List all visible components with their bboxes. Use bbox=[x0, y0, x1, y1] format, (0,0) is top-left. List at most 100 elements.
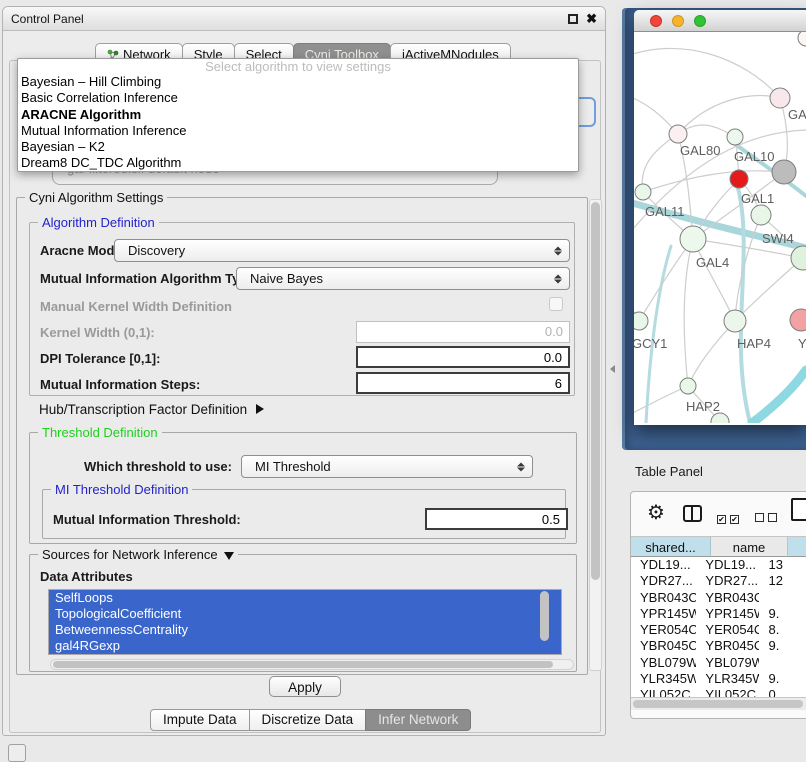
table-row[interactable]: YDR27...YDR27...12 bbox=[631, 573, 806, 589]
document-icon[interactable] bbox=[791, 498, 806, 521]
node-label: GAL4 bbox=[696, 255, 729, 270]
table-header: shared...nameA bbox=[631, 536, 806, 557]
table-row[interactable]: YBL079WYBL079W bbox=[631, 655, 806, 671]
spinner-arrows-icon bbox=[554, 273, 561, 284]
table-cell: YLR345W bbox=[696, 671, 759, 687]
mi-type-select[interactable]: Naive Bayes bbox=[236, 267, 570, 290]
network-node[interactable] bbox=[772, 160, 796, 184]
network-node[interactable] bbox=[730, 170, 748, 188]
settings-vertical-scrollbar[interactable] bbox=[589, 199, 602, 671]
table-cell: YDR27... bbox=[696, 573, 759, 589]
scrollbar-thumb[interactable] bbox=[633, 700, 803, 708]
network-node[interactable] bbox=[680, 378, 696, 394]
tab-discretize-data[interactable]: Discretize Data bbox=[249, 709, 367, 731]
node-label: GAL10 bbox=[734, 149, 774, 164]
network-node[interactable] bbox=[790, 309, 806, 331]
zoom-traffic-light[interactable] bbox=[694, 15, 706, 27]
minimize-traffic-light[interactable] bbox=[672, 15, 684, 27]
table-row[interactable]: YER054CYER054C8. bbox=[631, 622, 806, 638]
network-edge bbox=[634, 48, 780, 98]
network-node[interactable] bbox=[724, 310, 746, 332]
settings-gear-icon[interactable]: ⚙ bbox=[647, 500, 665, 525]
mi-type-label: Mutual Information Algorithm Type: bbox=[40, 271, 259, 286]
table-cell: YBL079W bbox=[696, 655, 759, 671]
network-canvas[interactable]: GALGAL80GAL10GAL1SWI4GAL11GAL4GCY1HAP4YH… bbox=[634, 32, 806, 423]
network-edge bbox=[688, 321, 735, 386]
horizontal-scrollbar[interactable] bbox=[50, 659, 574, 670]
scrollbar-thumb[interactable] bbox=[591, 202, 600, 580]
attribute-item[interactable]: gal4RGexp bbox=[49, 638, 561, 654]
columns-icon[interactable] bbox=[683, 505, 702, 522]
node-label: GCY1 bbox=[634, 336, 667, 351]
table-panel-card: ⚙ ✔✔ shared...nameA YDL19...YDL19...13YD… bbox=[630, 491, 806, 719]
deselect-all-checkboxes-icon[interactable] bbox=[755, 509, 781, 527]
control-panel-titlebar: Control Panel ✖ bbox=[3, 7, 605, 31]
column-header-A[interactable]: A bbox=[788, 536, 806, 557]
table-row[interactable]: YLR345WYLR345W9. bbox=[631, 671, 806, 687]
window-title: Control Panel bbox=[11, 7, 84, 31]
mi-steps-field[interactable]: 6 bbox=[356, 372, 570, 394]
table-cell: 12 bbox=[759, 573, 806, 589]
table-row[interactable]: YBR043CYBR043C bbox=[631, 590, 806, 606]
close-icon[interactable]: ✖ bbox=[586, 11, 597, 27]
table-row[interactable]: YBR045CYBR045C9. bbox=[631, 638, 806, 654]
attribute-item[interactable]: SelfLoops bbox=[49, 590, 561, 606]
aracne-mode-select[interactable]: Discovery bbox=[114, 239, 570, 262]
network-node[interactable] bbox=[634, 312, 648, 330]
table-cell: YLR345W bbox=[631, 671, 696, 687]
data-attributes-list[interactable]: SelfLoopsTopologicalCoefficientBetweenne… bbox=[48, 589, 562, 655]
mi-steps-label: Mutual Information Steps: bbox=[40, 377, 200, 392]
dropdown-item[interactable]: Mutual Information Inference bbox=[18, 123, 578, 139]
dropdown-item[interactable]: Bayesian – K2 bbox=[18, 139, 578, 155]
select-all-checkboxes-icon[interactable]: ✔✔ bbox=[717, 509, 743, 527]
node-label: Y bbox=[798, 336, 806, 351]
group-title: Algorithm Definition bbox=[38, 215, 159, 230]
table-row[interactable]: YDL19...YDL19...13 bbox=[631, 557, 806, 573]
network-window-titlebar bbox=[634, 10, 806, 32]
network-node[interactable] bbox=[635, 184, 651, 200]
dropdown-item[interactable]: ARACNE Algorithm bbox=[18, 107, 578, 123]
table-cell: YER054C bbox=[631, 622, 696, 638]
column-header-name[interactable]: name bbox=[711, 536, 788, 557]
tab-impute-data[interactable]: Impute Data bbox=[150, 709, 250, 731]
close-traffic-light[interactable] bbox=[650, 15, 662, 27]
table-cell: YDL19... bbox=[631, 557, 696, 573]
group-title: Threshold Definition bbox=[38, 425, 162, 440]
table-cell: YER054C bbox=[696, 622, 759, 638]
apply-button[interactable]: Apply bbox=[269, 676, 341, 697]
mi-threshold-field[interactable]: 0.5 bbox=[425, 508, 568, 530]
table-row[interactable]: YPR145WYPR145W9. bbox=[631, 606, 806, 622]
float-window-icon[interactable] bbox=[568, 14, 578, 24]
minimized-panel-chip[interactable] bbox=[8, 744, 26, 762]
network-node[interactable] bbox=[751, 205, 771, 225]
network-node[interactable] bbox=[680, 226, 706, 252]
scrollbar-thumb[interactable] bbox=[53, 661, 553, 668]
column-header-shared[interactable]: shared... bbox=[631, 536, 711, 557]
list-vertical-scrollbar[interactable] bbox=[540, 591, 549, 641]
table-cell bbox=[759, 590, 806, 606]
table-cell: YPR145W bbox=[631, 606, 696, 622]
network-node[interactable] bbox=[798, 32, 806, 46]
dpi-tolerance-field[interactable]: 0.0 bbox=[356, 346, 570, 368]
dropdown-item[interactable]: Basic Correlation Inference bbox=[18, 90, 578, 106]
network-node[interactable] bbox=[770, 88, 790, 108]
network-edge bbox=[643, 171, 784, 192]
table-cell bbox=[759, 655, 806, 671]
manual-kernel-checkbox[interactable] bbox=[549, 297, 563, 311]
which-threshold-select[interactable]: MI Threshold bbox=[241, 455, 533, 478]
tab-infer-network[interactable]: Infer Network bbox=[365, 709, 471, 731]
table-horizontal-scrollbar[interactable] bbox=[631, 697, 806, 710]
kernel-width-label: Kernel Width (0,1): bbox=[40, 325, 155, 340]
network-node[interactable] bbox=[727, 129, 743, 145]
dropdown-item[interactable]: Dream8 DC_TDC Algorithm bbox=[18, 155, 578, 171]
hub-definition-toggle[interactable]: Hub/Transcription Factor Definition bbox=[39, 402, 264, 417]
network-node[interactable] bbox=[669, 125, 687, 143]
attribute-item[interactable]: TopologicalCoefficient bbox=[49, 606, 561, 622]
kernel-width-field[interactable]: 0.0 bbox=[356, 321, 570, 343]
algorithm-dropdown-list: Select algorithm to view settings Bayesi… bbox=[17, 58, 579, 172]
attribute-item[interactable]: BetweennessCentrality bbox=[49, 622, 561, 638]
dropdown-item[interactable]: Bayesian – Hill Climbing bbox=[18, 74, 578, 90]
network-edge bbox=[634, 386, 688, 418]
splitter-handle-icon[interactable] bbox=[610, 365, 615, 373]
network-edge-thick bbox=[738, 188, 750, 423]
